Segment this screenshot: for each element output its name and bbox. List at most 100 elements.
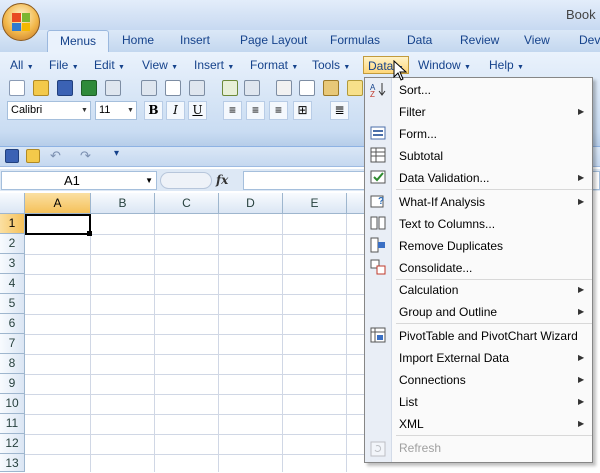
- tab-menus[interactable]: Menus: [47, 30, 110, 52]
- fill-handle[interactable]: [87, 231, 92, 236]
- office-button[interactable]: [2, 3, 40, 41]
- menu-help[interactable]: Help ▼: [485, 56, 528, 74]
- menu-item-calculation[interactable]: Calculation: [399, 279, 458, 301]
- menu-item-pivottable-wizard[interactable]: PivotTable and PivotChart Wizard: [399, 325, 578, 347]
- menu-item-text-to-columns[interactable]: Text to Columns...: [399, 213, 495, 235]
- new-document-icon[interactable]: [9, 80, 25, 96]
- tab-developer[interactable]: Deve: [567, 30, 600, 52]
- menu-item-refresh[interactable]: Refresh: [399, 437, 441, 459]
- copy-icon[interactable]: [299, 80, 315, 96]
- bold-button[interactable]: B: [144, 101, 163, 120]
- name-box-value: A1: [64, 173, 80, 188]
- row-header[interactable]: 8: [0, 354, 25, 374]
- print-preview-icon[interactable]: [165, 80, 181, 96]
- tab-formulas[interactable]: Formulas: [318, 30, 392, 52]
- column-header[interactable]: B: [91, 193, 155, 214]
- open-folder-icon[interactable]: [33, 80, 49, 96]
- redo-icon[interactable]: ↷: [80, 148, 91, 164]
- formula-separator: [160, 172, 212, 189]
- select-all-corner[interactable]: [0, 193, 25, 214]
- menu-item-xml[interactable]: XML: [399, 413, 424, 435]
- row-header[interactable]: 3: [0, 254, 25, 274]
- grid-line: [25, 354, 365, 355]
- format-painter-icon[interactable]: [347, 80, 363, 96]
- row-header[interactable]: 13: [0, 454, 25, 472]
- row-header[interactable]: 1: [0, 214, 25, 234]
- menu-item-form[interactable]: Form...: [399, 123, 437, 145]
- save-icon[interactable]: [57, 80, 73, 96]
- qat-save-icon[interactable]: [5, 149, 19, 163]
- menu-view[interactable]: View ▼: [138, 56, 182, 74]
- submenu-arrow-icon: ▶: [578, 397, 585, 406]
- tab-page-layout[interactable]: Page Layout: [228, 30, 319, 52]
- consolidate-icon: [370, 259, 386, 275]
- currency-icon[interactable]: ≣: [330, 101, 349, 120]
- menu-item-list[interactable]: List: [399, 391, 418, 413]
- italic-button[interactable]: I: [166, 101, 185, 120]
- spelling-icon[interactable]: [222, 80, 238, 96]
- menu-window[interactable]: Window ▼: [414, 56, 475, 74]
- menu-separator: [396, 189, 592, 190]
- research-icon[interactable]: [189, 80, 205, 96]
- tab-insert[interactable]: Insert: [168, 30, 222, 52]
- row-header[interactable]: 9: [0, 374, 25, 394]
- font-name-value: Calibri: [11, 104, 43, 116]
- menu-item-data-validation[interactable]: Data Validation...: [399, 167, 490, 189]
- menu-insert[interactable]: Insert ▼: [190, 56, 238, 74]
- tab-view[interactable]: View: [512, 30, 562, 52]
- customize-qat-icon[interactable]: ▾: [114, 148, 119, 159]
- menu-item-connections[interactable]: Connections: [399, 369, 466, 391]
- column-header[interactable]: A: [25, 193, 91, 214]
- row-header[interactable]: 7: [0, 334, 25, 354]
- merge-center-icon[interactable]: ⊞: [293, 101, 312, 120]
- tab-data[interactable]: Data: [395, 30, 444, 52]
- row-header[interactable]: 4: [0, 274, 25, 294]
- permission-icon[interactable]: [105, 80, 121, 96]
- insert-function-button[interactable]: fx: [216, 171, 242, 190]
- column-header[interactable]: [347, 193, 365, 214]
- tab-home[interactable]: Home: [110, 30, 166, 52]
- tab-review[interactable]: Review: [448, 30, 511, 52]
- row-header[interactable]: 5: [0, 294, 25, 314]
- undo-icon[interactable]: ↶: [50, 148, 61, 164]
- row-header[interactable]: 11: [0, 414, 25, 434]
- name-box[interactable]: A1 ▼: [1, 171, 157, 190]
- menu-item-sort[interactable]: Sort...: [399, 79, 431, 101]
- svg-text:Z: Z: [370, 90, 375, 97]
- menu-item-group-and-outline[interactable]: Group and Outline: [399, 301, 497, 323]
- excel-icon[interactable]: [81, 80, 97, 96]
- menu-format[interactable]: Format ▼: [246, 56, 302, 74]
- row-header[interactable]: 2: [0, 234, 25, 254]
- column-header[interactable]: D: [219, 193, 283, 214]
- active-cell-a1[interactable]: [25, 214, 91, 235]
- menu-file[interactable]: File ▼: [45, 56, 83, 74]
- menu-item-consolidate[interactable]: Consolidate...: [399, 257, 472, 279]
- submenu-arrow-icon: ▶: [578, 173, 585, 182]
- menu-item-import-external-data[interactable]: Import External Data: [399, 347, 509, 369]
- row-header[interactable]: 6: [0, 314, 25, 334]
- print-icon[interactable]: [141, 80, 157, 96]
- menu-item-subtotal[interactable]: Subtotal: [399, 145, 443, 167]
- align-right-icon[interactable]: ≡: [269, 101, 288, 120]
- menu-insert-label: Insert: [194, 58, 225, 72]
- paste-icon[interactable]: [323, 80, 339, 96]
- column-header[interactable]: E: [283, 193, 347, 214]
- column-header[interactable]: C: [155, 193, 219, 214]
- row-header[interactable]: 10: [0, 394, 25, 414]
- menu-tools[interactable]: Tools ▼: [308, 56, 354, 74]
- font-size-combo[interactable]: 11 ▼: [95, 101, 137, 120]
- align-left-icon[interactable]: ≡: [223, 101, 242, 120]
- row-header[interactable]: 12: [0, 434, 25, 454]
- menu-item-remove-duplicates[interactable]: Remove Duplicates: [399, 235, 503, 257]
- find-icon[interactable]: [244, 80, 260, 96]
- font-name-combo[interactable]: Calibri ▼: [7, 101, 91, 120]
- menu-item-filter[interactable]: Filter: [399, 101, 426, 123]
- menu-item-what-if-analysis[interactable]: What-If Analysis: [399, 191, 485, 213]
- cut-icon[interactable]: [276, 80, 292, 96]
- qat-open-icon[interactable]: [26, 149, 40, 163]
- grid-line: [25, 314, 365, 315]
- align-center-icon[interactable]: ≡: [246, 101, 265, 120]
- menu-all[interactable]: All ▼: [6, 56, 38, 74]
- underline-button[interactable]: U: [188, 101, 207, 120]
- menu-edit[interactable]: Edit ▼: [90, 56, 129, 74]
